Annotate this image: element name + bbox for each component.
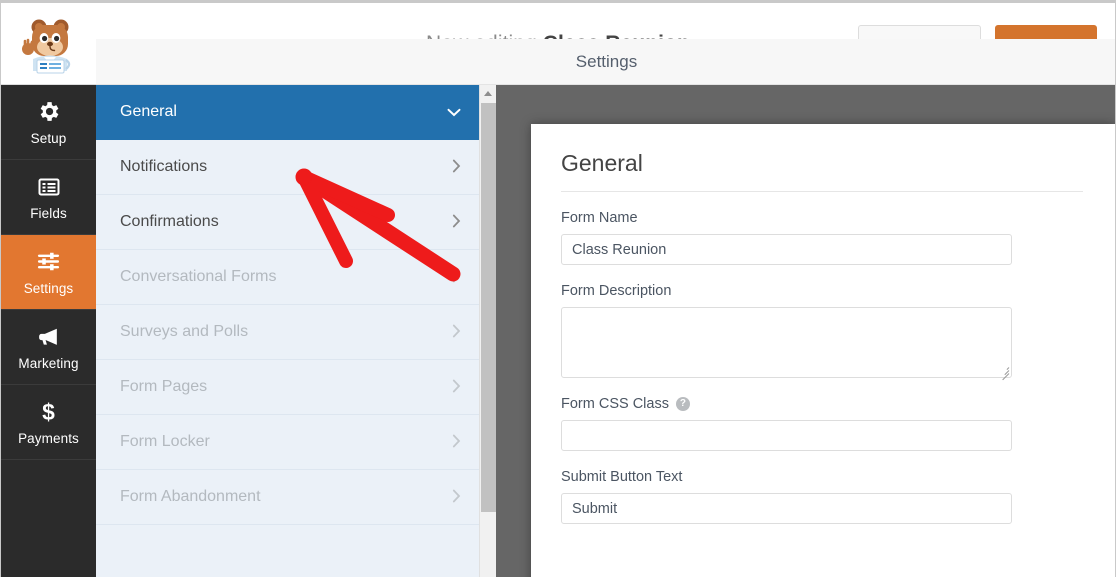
sidebar-filler (1, 460, 96, 577)
scrollbar-up-arrow[interactable] (480, 85, 496, 102)
sidebar-item-label: Marketing (18, 355, 79, 371)
form-name-input[interactable] (561, 234, 1012, 265)
settings-item-label: Confirmations (120, 213, 219, 230)
wpforms-logo[interactable] (1, 3, 96, 84)
sidebar-item-fields[interactable]: Fields (1, 160, 96, 235)
form-description-textarea[interactable] (561, 307, 1012, 378)
sidebar-item-marketing[interactable]: Marketing (1, 310, 96, 385)
scrollbar-thumb[interactable] (481, 103, 496, 512)
settings-item-surveys-and-polls[interactable]: Surveys and Polls (96, 305, 479, 360)
submit-button-text-field-group: Submit Button Text (561, 469, 1083, 524)
settings-panel: Settings General Notifications Confirmat… (96, 39, 1115, 577)
sliders-icon (36, 249, 62, 275)
form-css-class-label-text: Form CSS Class (561, 396, 669, 412)
settings-item-general[interactable]: General (96, 85, 479, 140)
svg-text:$: $ (42, 399, 55, 424)
browser-window: Now editing Class Reunion </> EMBED ✓ SA… (0, 0, 1116, 577)
settings-item-label: Notifications (120, 158, 208, 175)
settings-item-label: Form Pages (120, 378, 208, 395)
form-css-class-input[interactable] (561, 420, 1012, 451)
question-mark-icon[interactable]: ? (675, 397, 690, 411)
builder-sidebar: Setup Fields Settings Marketing $ Paymen… (1, 85, 96, 577)
sidebar-item-label: Fields (30, 205, 67, 221)
form-description-field-group: Form Description (561, 283, 1083, 381)
chevron-down-icon (447, 105, 461, 120)
settings-item-label: Form Locker (120, 433, 210, 450)
dollar-icon: $ (36, 399, 62, 425)
settings-item-conversational-forms[interactable]: Conversational Forms (96, 250, 479, 305)
chevron-right-icon (452, 324, 461, 341)
form-css-class-field-group: Form CSS Class ? (561, 396, 1083, 451)
settings-panel-scrollbar[interactable] (479, 85, 496, 577)
chevron-right-icon (452, 434, 461, 451)
settings-list-wrap: General Notifications Confirmations Conv… (96, 85, 496, 577)
sidebar-item-setup[interactable]: Setup (1, 85, 96, 160)
panel-title: Settings (575, 51, 638, 71)
settings-item-form-abandonment[interactable]: Form Abandonment (96, 470, 479, 525)
sidebar-item-settings[interactable]: Settings (1, 235, 96, 310)
chevron-right-icon (452, 379, 461, 396)
settings-item-label: Form Abandonment (120, 488, 261, 505)
panel-header: Settings (96, 39, 1115, 85)
form-name-field-group: Form Name (561, 210, 1083, 265)
chevron-right-icon (452, 269, 461, 286)
settings-item-label: Surveys and Polls (120, 323, 249, 340)
sidebar-item-label: Setup (30, 130, 67, 146)
submit-button-text-input[interactable] (561, 493, 1012, 524)
megaphone-icon (36, 324, 62, 350)
triangle-up-icon (484, 91, 492, 96)
settings-item-notifications[interactable]: Notifications (96, 140, 479, 195)
sidebar-item-payments[interactable]: $ Payments (1, 385, 96, 460)
form-description-label: Form Description (561, 283, 672, 299)
settings-list: General Notifications Confirmations Conv… (96, 85, 479, 577)
card-title: General (561, 150, 1083, 192)
settings-item-form-pages[interactable]: Form Pages (96, 360, 479, 415)
settings-item-confirmations[interactable]: Confirmations (96, 195, 479, 250)
settings-item-label: Conversational Forms (120, 268, 277, 285)
settings-content-area: General Form Name Form Description (496, 85, 1115, 577)
form-name-label: Form Name (561, 210, 638, 226)
general-settings-card: General Form Name Form Description (531, 124, 1115, 577)
settings-item-form-locker[interactable]: Form Locker (96, 415, 479, 470)
chevron-right-icon (452, 214, 461, 231)
bear-mascot-icon (21, 19, 70, 73)
settings-item-label: General (120, 103, 177, 120)
chevron-right-icon (452, 489, 461, 506)
list-icon (36, 174, 62, 200)
chevron-right-icon (452, 159, 461, 176)
form-css-class-label: Form CSS Class ? (561, 396, 1083, 412)
sidebar-item-label: Payments (18, 430, 79, 446)
sidebar-item-label: Settings (23, 280, 74, 296)
builder-body: Setup Fields Settings Marketing $ Paymen… (1, 39, 1115, 577)
gear-icon (36, 99, 62, 125)
submit-button-text-label: Submit Button Text (561, 469, 683, 485)
